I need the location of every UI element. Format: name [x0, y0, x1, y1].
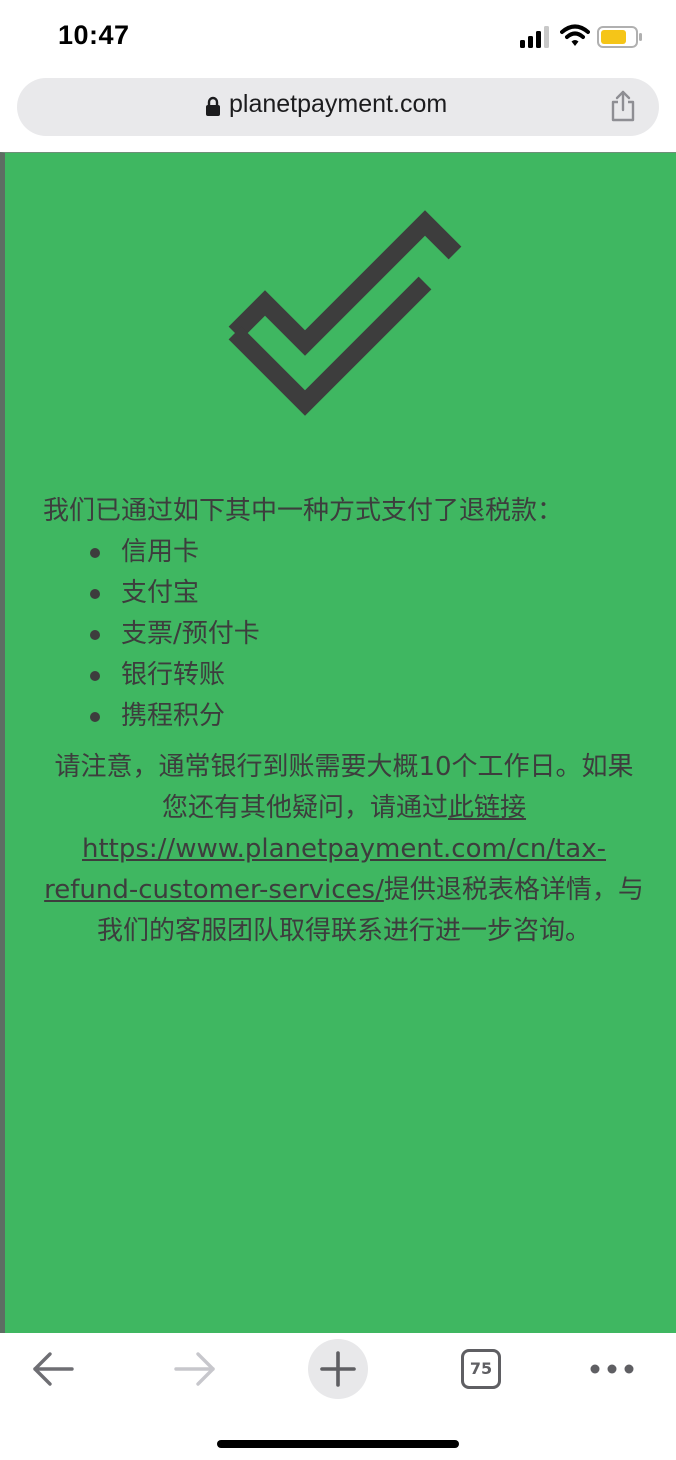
note-text-part1: 请注意，通常银行到账需要大概10个工作日。如果您还有其他疑问，请通过 [54, 752, 634, 823]
url-text: planetpayment.com [229, 90, 448, 118]
plus-icon [320, 1351, 356, 1387]
list-item: 支付宝 [90, 573, 645, 614]
intro-text: 我们已通过如下其中一种方式支付了退税款： [43, 496, 564, 526]
status-time: 10:47 [58, 20, 130, 50]
tabs-icon[interactable]: 75 [461, 1349, 501, 1389]
battery-icon [597, 26, 642, 48]
list-item: 携程积分 [90, 696, 645, 737]
share-icon[interactable] [609, 90, 637, 122]
status-bar: 10:47 [0, 0, 676, 74]
payment-method-list: 信用卡 支付宝 支票/预付卡 银行转账 携程积分 [43, 532, 645, 737]
bottom-toolbar: 75 [0, 1333, 676, 1460]
url-bar[interactable]: planetpayment.com [17, 78, 659, 136]
lock-icon [206, 96, 220, 116]
page-content: 我们已通过如下其中一种方式支付了退税款： 信用卡 支付宝 支票/预付卡 银行转账… [0, 152, 676, 1333]
note-text: 请注意，通常银行到账需要大概10个工作日。如果您还有其他疑问，请通过此链接 ht… [43, 747, 645, 952]
forward-arrow-icon[interactable] [172, 1351, 218, 1387]
refund-message: 我们已通过如下其中一种方式支付了退税款： 信用卡 支付宝 支票/预付卡 银行转账… [43, 491, 645, 952]
wifi-icon [560, 24, 590, 46]
new-tab-button[interactable] [308, 1339, 368, 1399]
list-item: 银行转账 [90, 655, 645, 696]
more-dots-icon[interactable] [589, 1359, 635, 1379]
list-item: 支票/预付卡 [90, 614, 645, 655]
home-indicator [217, 1440, 459, 1448]
list-item: 信用卡 [90, 532, 645, 573]
checkmark-icon [228, 210, 462, 416]
signal-icon [520, 26, 549, 48]
back-arrow-icon[interactable] [30, 1351, 76, 1387]
